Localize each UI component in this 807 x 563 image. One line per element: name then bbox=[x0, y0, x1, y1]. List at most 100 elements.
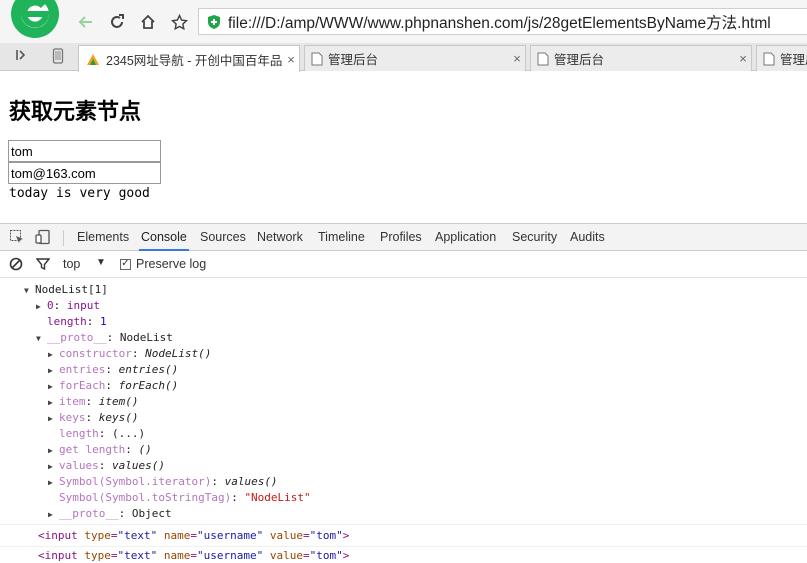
proto-item-row[interactable]: ▶ keys: keys() bbox=[48, 410, 139, 426]
property-key: constructor bbox=[59, 347, 132, 360]
collapsed-triangle-icon[interactable]: ▶ bbox=[48, 347, 59, 363]
property-key: forEach bbox=[59, 379, 106, 392]
tab-timeline[interactable]: Timeline bbox=[316, 224, 367, 251]
collapsed-triangle-icon[interactable]: ▶ bbox=[48, 443, 59, 459]
tab-profiles[interactable]: Profiles bbox=[378, 224, 424, 251]
collapsed-triangle-icon[interactable]: ▶ bbox=[48, 507, 59, 523]
tab-network[interactable]: Network bbox=[255, 224, 305, 251]
preserve-log-option[interactable]: ✓ Preserve log bbox=[120, 257, 206, 271]
property-key: Symbol(Symbol.toStringTag) bbox=[59, 491, 232, 504]
property-value: Object bbox=[131, 507, 172, 520]
expanded-triangle-icon[interactable]: ▼ bbox=[24, 283, 35, 299]
tab-close-icon[interactable]: × bbox=[735, 51, 751, 66]
filter-icon[interactable] bbox=[36, 257, 50, 271]
property-value[interactable]: (...) bbox=[112, 427, 145, 440]
mobile-device-icon[interactable] bbox=[52, 48, 64, 67]
tab-elements[interactable]: Elements bbox=[75, 224, 131, 251]
tab-sources[interactable]: Sources bbox=[198, 224, 248, 251]
property-value: forEach() bbox=[118, 379, 179, 392]
address-bar[interactable]: file:///D:/amp/WWW/www.phpnanshen.com/js… bbox=[198, 8, 807, 35]
attr-name: name bbox=[163, 549, 191, 562]
element-tag: input bbox=[44, 549, 78, 562]
bookmark-star-icon[interactable] bbox=[167, 10, 191, 34]
collapsed-triangle-icon[interactable]: ▶ bbox=[48, 395, 59, 411]
browser-toolbar: file:///D:/amp/WWW/www.phpnanshen.com/js… bbox=[0, 0, 807, 43]
collapsed-triangle-icon[interactable]: ▶ bbox=[48, 363, 59, 379]
element-tag: input bbox=[44, 529, 78, 542]
property-value: "NodeList" bbox=[244, 491, 311, 504]
property-key: get length bbox=[59, 443, 126, 456]
clear-console-icon[interactable] bbox=[9, 257, 23, 271]
site-2345-icon bbox=[85, 51, 101, 67]
property-value: () bbox=[138, 443, 152, 456]
element-row[interactable]: <input type="text" name="username" value… bbox=[38, 528, 349, 544]
console-toolbar: top ▼ ✓ Preserve log bbox=[0, 252, 807, 278]
tab-close-icon[interactable]: × bbox=[283, 52, 299, 67]
preserve-log-checkbox[interactable]: ✓ bbox=[120, 258, 131, 270]
proto-item-row[interactable]: ▶ Symbol(Symbol.iterator): values() bbox=[48, 474, 278, 490]
console-divider bbox=[0, 524, 807, 525]
attr-name: value bbox=[269, 529, 303, 542]
nodelist-root-row[interactable]: ▼ NodeList[1] bbox=[24, 282, 108, 298]
collapsed-triangle-icon[interactable]: ▶ bbox=[48, 459, 59, 475]
object-label: NodeList[1] bbox=[35, 283, 108, 296]
tab-2345[interactable]: 2345网址导航 - 开创中国百年品 × bbox=[78, 45, 300, 72]
email-input[interactable] bbox=[8, 162, 161, 184]
back-icon[interactable] bbox=[74, 10, 98, 34]
property-value: keys() bbox=[98, 411, 139, 424]
collapsed-triangle-icon[interactable]: ▶ bbox=[48, 411, 59, 427]
home-icon[interactable] bbox=[136, 10, 160, 34]
property-row: length: 1 bbox=[47, 315, 107, 328]
proto-item-row[interactable]: ▶ constructor: NodeList() bbox=[48, 346, 211, 362]
address-url[interactable]: file:///D:/amp/WWW/www.phpnanshen.com/js… bbox=[228, 11, 771, 33]
inspect-element-icon[interactable] bbox=[9, 229, 25, 245]
page-icon bbox=[537, 52, 549, 66]
proto-item-row[interactable]: length: (...) bbox=[59, 426, 145, 442]
context-label: top bbox=[63, 257, 81, 271]
browser-logo-icon[interactable] bbox=[10, 0, 60, 40]
proto-item-row[interactable]: ▶ entries: entries() bbox=[48, 362, 178, 378]
device-toolbar-icon[interactable] bbox=[35, 229, 51, 245]
proto-item-row[interactable]: ▶ get length: () bbox=[48, 442, 152, 458]
tab-security[interactable]: Security bbox=[510, 224, 559, 251]
tab-audits[interactable]: Audits bbox=[568, 224, 607, 251]
property-row[interactable]: ▶ 0: input bbox=[36, 298, 100, 314]
proto-row[interactable]: ▼ __proto__: NodeList bbox=[36, 330, 173, 346]
collapsed-triangle-icon[interactable]: ▶ bbox=[48, 379, 59, 395]
collapsed-triangle-icon[interactable]: ▶ bbox=[36, 299, 47, 315]
tab-label: 管理后台 bbox=[554, 53, 605, 67]
reload-icon[interactable] bbox=[105, 10, 129, 34]
secure-shield-icon bbox=[206, 14, 222, 30]
tab-console[interactable]: Console bbox=[139, 224, 189, 251]
attr-name: name bbox=[163, 529, 191, 542]
context-dropdown-icon[interactable]: ▼ bbox=[96, 257, 106, 268]
page-title: 获取元素节点 bbox=[9, 99, 142, 125]
attr-value: "text" bbox=[117, 549, 158, 562]
username-input[interactable] bbox=[8, 140, 161, 162]
attr-name: type bbox=[84, 529, 111, 542]
proto-item-row[interactable]: ▶ item: item() bbox=[48, 394, 139, 410]
tab-application[interactable]: Application bbox=[433, 224, 498, 251]
proto-item-row[interactable]: ▶ __proto__: Object bbox=[48, 506, 172, 522]
property-key: keys bbox=[59, 411, 86, 424]
proto-item-row[interactable]: ▶ values: values() bbox=[48, 458, 165, 474]
expanded-triangle-icon[interactable]: ▼ bbox=[36, 331, 47, 347]
proto-item-row: Symbol(Symbol.toStringTag): "NodeList" bbox=[59, 491, 311, 504]
property-key: length bbox=[59, 427, 99, 440]
toolbar-divider bbox=[63, 230, 64, 246]
sidebar-toggle-icon[interactable] bbox=[14, 48, 28, 65]
tab-admin-3[interactable]: 管理后 bbox=[756, 45, 807, 71]
preserve-log-label: Preserve log bbox=[136, 257, 207, 271]
property-key: Symbol(Symbol.iterator) bbox=[59, 475, 212, 488]
proto-item-row[interactable]: ▶ forEach: forEach() bbox=[48, 378, 178, 394]
tab-admin-1[interactable]: 管理后台 × bbox=[304, 45, 526, 71]
tab-close-icon[interactable]: × bbox=[509, 51, 525, 66]
element-row[interactable]: <input type="text" name="username" value… bbox=[38, 548, 349, 563]
tab-admin-2[interactable]: 管理后台 × bbox=[530, 45, 752, 71]
property-value: input bbox=[66, 299, 100, 312]
context-selector[interactable]: top bbox=[63, 257, 80, 271]
attr-name: value bbox=[269, 549, 303, 562]
property-value: 1 bbox=[100, 315, 107, 328]
collapsed-triangle-icon[interactable]: ▶ bbox=[48, 475, 59, 491]
property-value: NodeList() bbox=[145, 347, 212, 360]
